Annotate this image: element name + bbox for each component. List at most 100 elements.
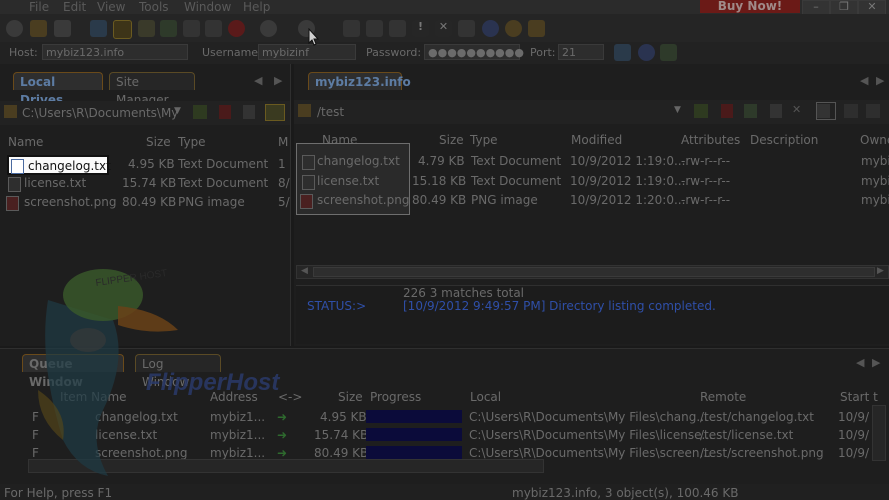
buy-now-button[interactable]: Buy Now! [700,0,800,13]
shield-icon[interactable] [528,20,545,37]
col-description[interactable]: Description [750,133,818,147]
remote-tab-right-icon[interactable]: ▶ [876,74,884,87]
menu-window[interactable]: Window [184,0,231,14]
tab-scroll-left-icon[interactable]: ◀ [254,74,262,87]
local-file-name[interactable]: license.txt [24,176,86,190]
paste-icon[interactable] [389,20,406,37]
view-toggle-icon[interactable] [816,102,836,120]
password-label: Password: [366,46,422,59]
local-file-modified: 5/ [278,195,290,209]
maximize-icon[interactable]: ❐ [830,0,858,15]
delete-file-icon[interactable] [219,105,231,119]
col-type[interactable]: Type [470,133,498,147]
stop-icon[interactable] [228,20,245,37]
sync-icon[interactable] [138,20,155,37]
up-folder-icon[interactable] [694,104,708,118]
text-file-icon [11,159,24,174]
menu-edit[interactable]: Edit [63,0,86,14]
tab-scroll-right-icon[interactable]: ▶ [274,74,282,87]
local-file-size: 80.49 KB [122,195,177,209]
col-modified[interactable]: M [278,135,288,149]
remote-file-name[interactable]: license.txt [317,174,379,188]
local-file-changelog-highlight[interactable]: changelog.txt [7,155,111,175]
remote-cancel-icon[interactable]: ✕ [792,103,801,116]
local-file-name[interactable]: screenshot.png [24,195,116,209]
col-attributes[interactable]: Attributes [681,133,740,147]
new-folder-icon[interactable] [744,104,757,118]
check-icon[interactable] [458,20,475,37]
menu-view[interactable]: View [97,0,125,14]
col-remote[interactable]: Remote [700,390,746,404]
sync-remote-icon[interactable] [866,104,880,118]
menu-tools[interactable]: Tools [139,0,169,14]
col-local[interactable]: Local [470,390,501,404]
up-folder-icon[interactable] [193,105,207,119]
col-size[interactable]: Size [146,135,171,149]
chevron-down-icon[interactable]: ▼ [174,106,181,116]
new-file-icon[interactable] [54,20,71,37]
refresh-icon[interactable] [205,20,222,37]
password-input[interactable]: ●●●●●●●●●● [424,44,524,60]
queue-tab-right-icon[interactable]: ▶ [872,356,880,369]
tab-remote-site[interactable]: mybiz123.info [308,72,411,90]
remote-file-attributes: -rw-r--r-- [681,174,731,188]
scroll-thumb[interactable] [313,267,875,277]
refresh-local-icon[interactable] [243,105,255,119]
menu-help[interactable]: Help [243,0,270,14]
pin-icon[interactable] [90,20,107,37]
remote-horizontal-scrollbar[interactable]: ◀ ▶ [296,265,889,279]
exclamation-icon[interactable]: ! [412,20,429,37]
site-add-icon[interactable] [660,44,677,61]
host-input[interactable]: mybiz123.info [42,44,188,60]
col-owner[interactable]: Owne [860,133,889,147]
tab-local-drives[interactable]: Local Drives [13,72,103,107]
col-start-time[interactable]: Start t [840,390,878,404]
col-name[interactable]: Name [8,135,43,149]
sync-browse-icon[interactable] [265,104,285,121]
download-icon[interactable] [260,20,277,37]
queue-row-local: C:\Users\R\Documents\My Files\license... [469,428,713,442]
local-file-modified: 8/ [278,176,290,190]
remote-tab-left-icon[interactable]: ◀ [860,74,868,87]
menu-file[interactable]: File [29,0,49,14]
delete-remote-icon[interactable] [721,104,733,118]
compare-icon[interactable] [844,104,858,118]
status-summary: mybiz123.info, 3 object(s), 100.46 KB [512,486,739,500]
port-input[interactable]: 21 [558,44,604,60]
local-file-modified: 1 [278,157,286,171]
copy-icon[interactable] [366,20,383,37]
remote-file-name[interactable]: changelog.txt [317,154,400,168]
bookmark-icon[interactable] [160,20,177,37]
col-progress[interactable]: Progress [370,390,421,404]
queue-row-start: 10/9/ [838,428,869,442]
queue-tab-left-icon[interactable]: ◀ [856,356,864,369]
wand-icon[interactable] [30,20,47,37]
local-path-input[interactable]: C:\Users\R\Documents\My [22,106,182,120]
chevron-down-icon[interactable]: ▼ [674,105,681,115]
remote-file-owner: mybi [861,154,889,168]
quick-connect-icon[interactable] [614,44,631,61]
trash-icon[interactable] [183,20,200,37]
tab-site-manager[interactable]: Site Manager [109,72,195,107]
queue-vertical-scrollbar[interactable] [872,405,886,461]
minimize-icon[interactable]: – [802,0,830,15]
username-input[interactable]: mybizinf [258,44,356,60]
close-icon[interactable]: ✕ [858,0,886,15]
remote-path-input[interactable]: /test [317,105,344,119]
col-size[interactable]: Size [338,390,363,404]
edit-icon[interactable] [343,20,360,37]
remote-file-name[interactable]: screenshot.png [317,193,409,207]
mouse-cursor-icon [308,28,320,46]
delete-icon[interactable]: ✕ [435,20,452,37]
refresh-remote-icon[interactable] [770,104,782,118]
text-file-icon [8,177,21,192]
support-icon[interactable] [505,20,522,37]
connect-icon[interactable] [6,20,23,37]
col-type[interactable]: Type [178,135,206,149]
globe-small-icon[interactable] [638,44,655,61]
col-modified[interactable]: Modified [571,133,622,147]
col-size[interactable]: Size [439,133,464,147]
scroll-right-icon[interactable]: ▶ [877,266,884,276]
disconnect-icon[interactable] [113,20,132,39]
globe-icon[interactable] [482,20,499,37]
